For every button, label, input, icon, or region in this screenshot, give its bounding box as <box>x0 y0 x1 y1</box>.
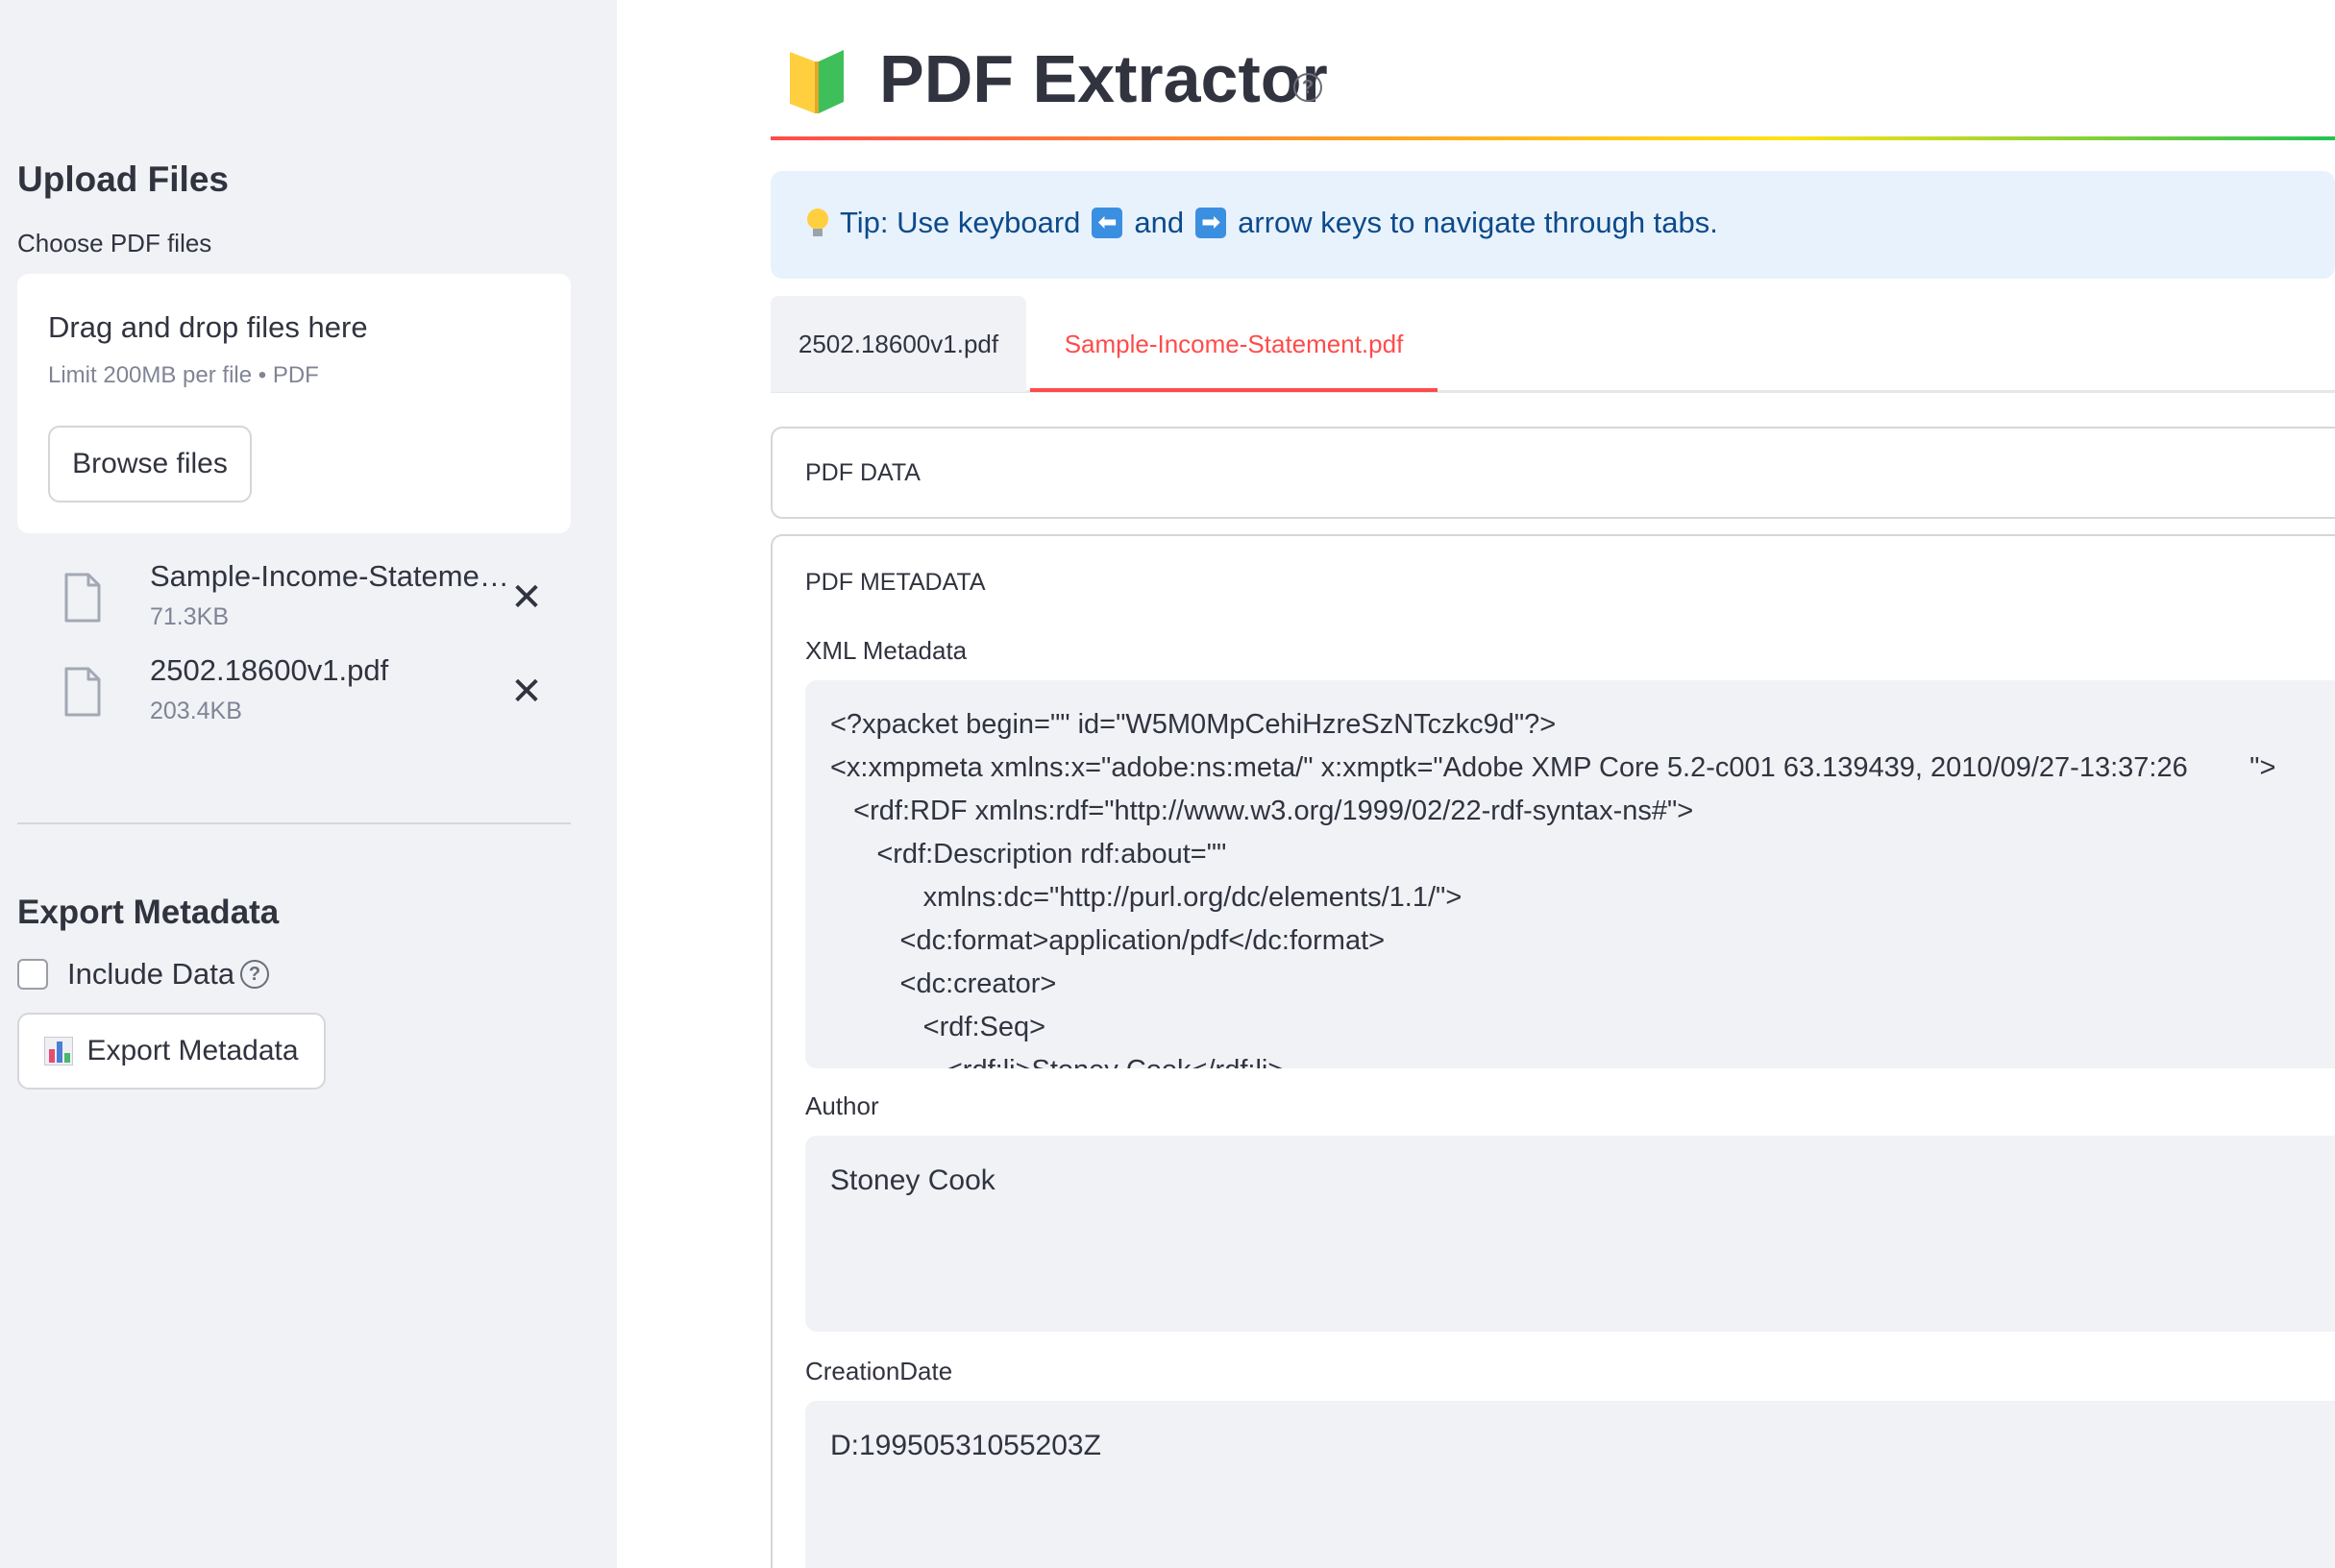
pdf-metadata-title[interactable]: PDF METADATA <box>805 569 986 597</box>
pdf-metadata-expander: PDF METADATA XML Metadata <?xpacket begi… <box>771 534 2335 1568</box>
file-dropzone[interactable]: Drag and drop files here Limit 200MB per… <box>17 274 571 533</box>
tip-text: Tip: Use keyboard ⬅ and ➡ arrow keys to … <box>807 206 1718 240</box>
xml-metadata-label: XML Metadata <box>805 636 968 665</box>
author-textarea[interactable]: Stoney Cook <box>805 1136 2335 1332</box>
active-tab-indicator <box>1030 388 1438 392</box>
sidebar-divider <box>17 822 571 824</box>
right-arrow-key-icon: ➡ <box>1195 208 1227 238</box>
file-size: 71.3KB <box>150 603 230 630</box>
xml-metadata-value: <?xpacket begin="" id="W5M0MpCehiHzreSzN… <box>830 709 2276 1068</box>
light-bulb-icon <box>807 208 828 237</box>
title-help-icon[interactable]: ? <box>1293 73 1322 102</box>
export-metadata-button-label: Export Metadata <box>86 1035 299 1066</box>
creation-date-textarea[interactable]: D:19950531055203Z <box>805 1401 2335 1568</box>
export-metadata-heading: Export Metadata <box>17 894 280 931</box>
page-title: PDF Extractor <box>879 41 1328 116</box>
tip-suffix: arrow keys to navigate through tabs. <box>1238 206 1718 239</box>
dropzone-limit-text: Limit 200MB per file • PDF <box>48 362 319 388</box>
left-arrow-key-icon: ⬅ <box>1092 208 1123 238</box>
help-icon[interactable]: ? <box>240 960 269 989</box>
tab-file-2[interactable]: Sample-Income-Statement.pdf <box>1030 296 1438 392</box>
creation-date-value: D:19950531055203Z <box>830 1430 1101 1461</box>
file-icon <box>64 667 101 717</box>
tip-prefix: Tip: Use keyboard <box>840 206 1081 239</box>
include-data-label[interactable]: Include Data <box>67 957 234 992</box>
browse-files-button[interactable]: Browse files <box>48 426 252 502</box>
file-name: 2502.18600v1.pdf <box>150 653 389 687</box>
include-data-checkbox[interactable] <box>17 959 48 990</box>
pdf-data-expander[interactable]: PDF DATA <box>771 427 2335 519</box>
tip-middle: and <box>1134 206 1185 239</box>
creation-date-label: CreationDate <box>805 1357 953 1385</box>
sidebar: Upload Files Choose PDF files Drag and d… <box>0 0 617 1568</box>
file-icon <box>64 573 101 623</box>
book-icon <box>790 50 844 113</box>
file-size: 203.4KB <box>150 698 242 724</box>
tab-file-1[interactable]: 2502.18600v1.pdf <box>771 296 1026 392</box>
file-name: Sample-Income-Statement.pdf <box>150 559 517 593</box>
header-divider <box>771 136 2335 140</box>
pdf-data-title: PDF DATA <box>805 459 921 486</box>
upload-files-heading: Upload Files <box>17 159 229 199</box>
bar-chart-icon <box>44 1037 74 1066</box>
export-metadata-button[interactable]: Export Metadata <box>17 1013 326 1090</box>
author-value: Stoney Cook <box>830 1164 995 1196</box>
dropzone-title: Drag and drop files here <box>48 310 368 344</box>
remove-file-icon[interactable]: ✕ <box>505 576 548 619</box>
tip-banner: Tip: Use keyboard ⬅ and ➡ arrow keys to … <box>771 171 2335 279</box>
author-label: Author <box>805 1091 879 1120</box>
remove-file-icon[interactable]: ✕ <box>505 671 548 713</box>
uploaded-file-item: 2502.18600v1.pdf 203.4KB ✕ <box>17 653 571 740</box>
uploaded-file-item: Sample-Income-Statement.pdf 71.3KB ✕ <box>17 559 571 646</box>
xml-metadata-textarea[interactable]: <?xpacket begin="" id="W5M0MpCehiHzreSzN… <box>805 680 2335 1068</box>
choose-files-label: Choose PDF files <box>17 229 212 257</box>
file-tabs: 2502.18600v1.pdf Sample-Income-Statement… <box>771 296 2335 394</box>
